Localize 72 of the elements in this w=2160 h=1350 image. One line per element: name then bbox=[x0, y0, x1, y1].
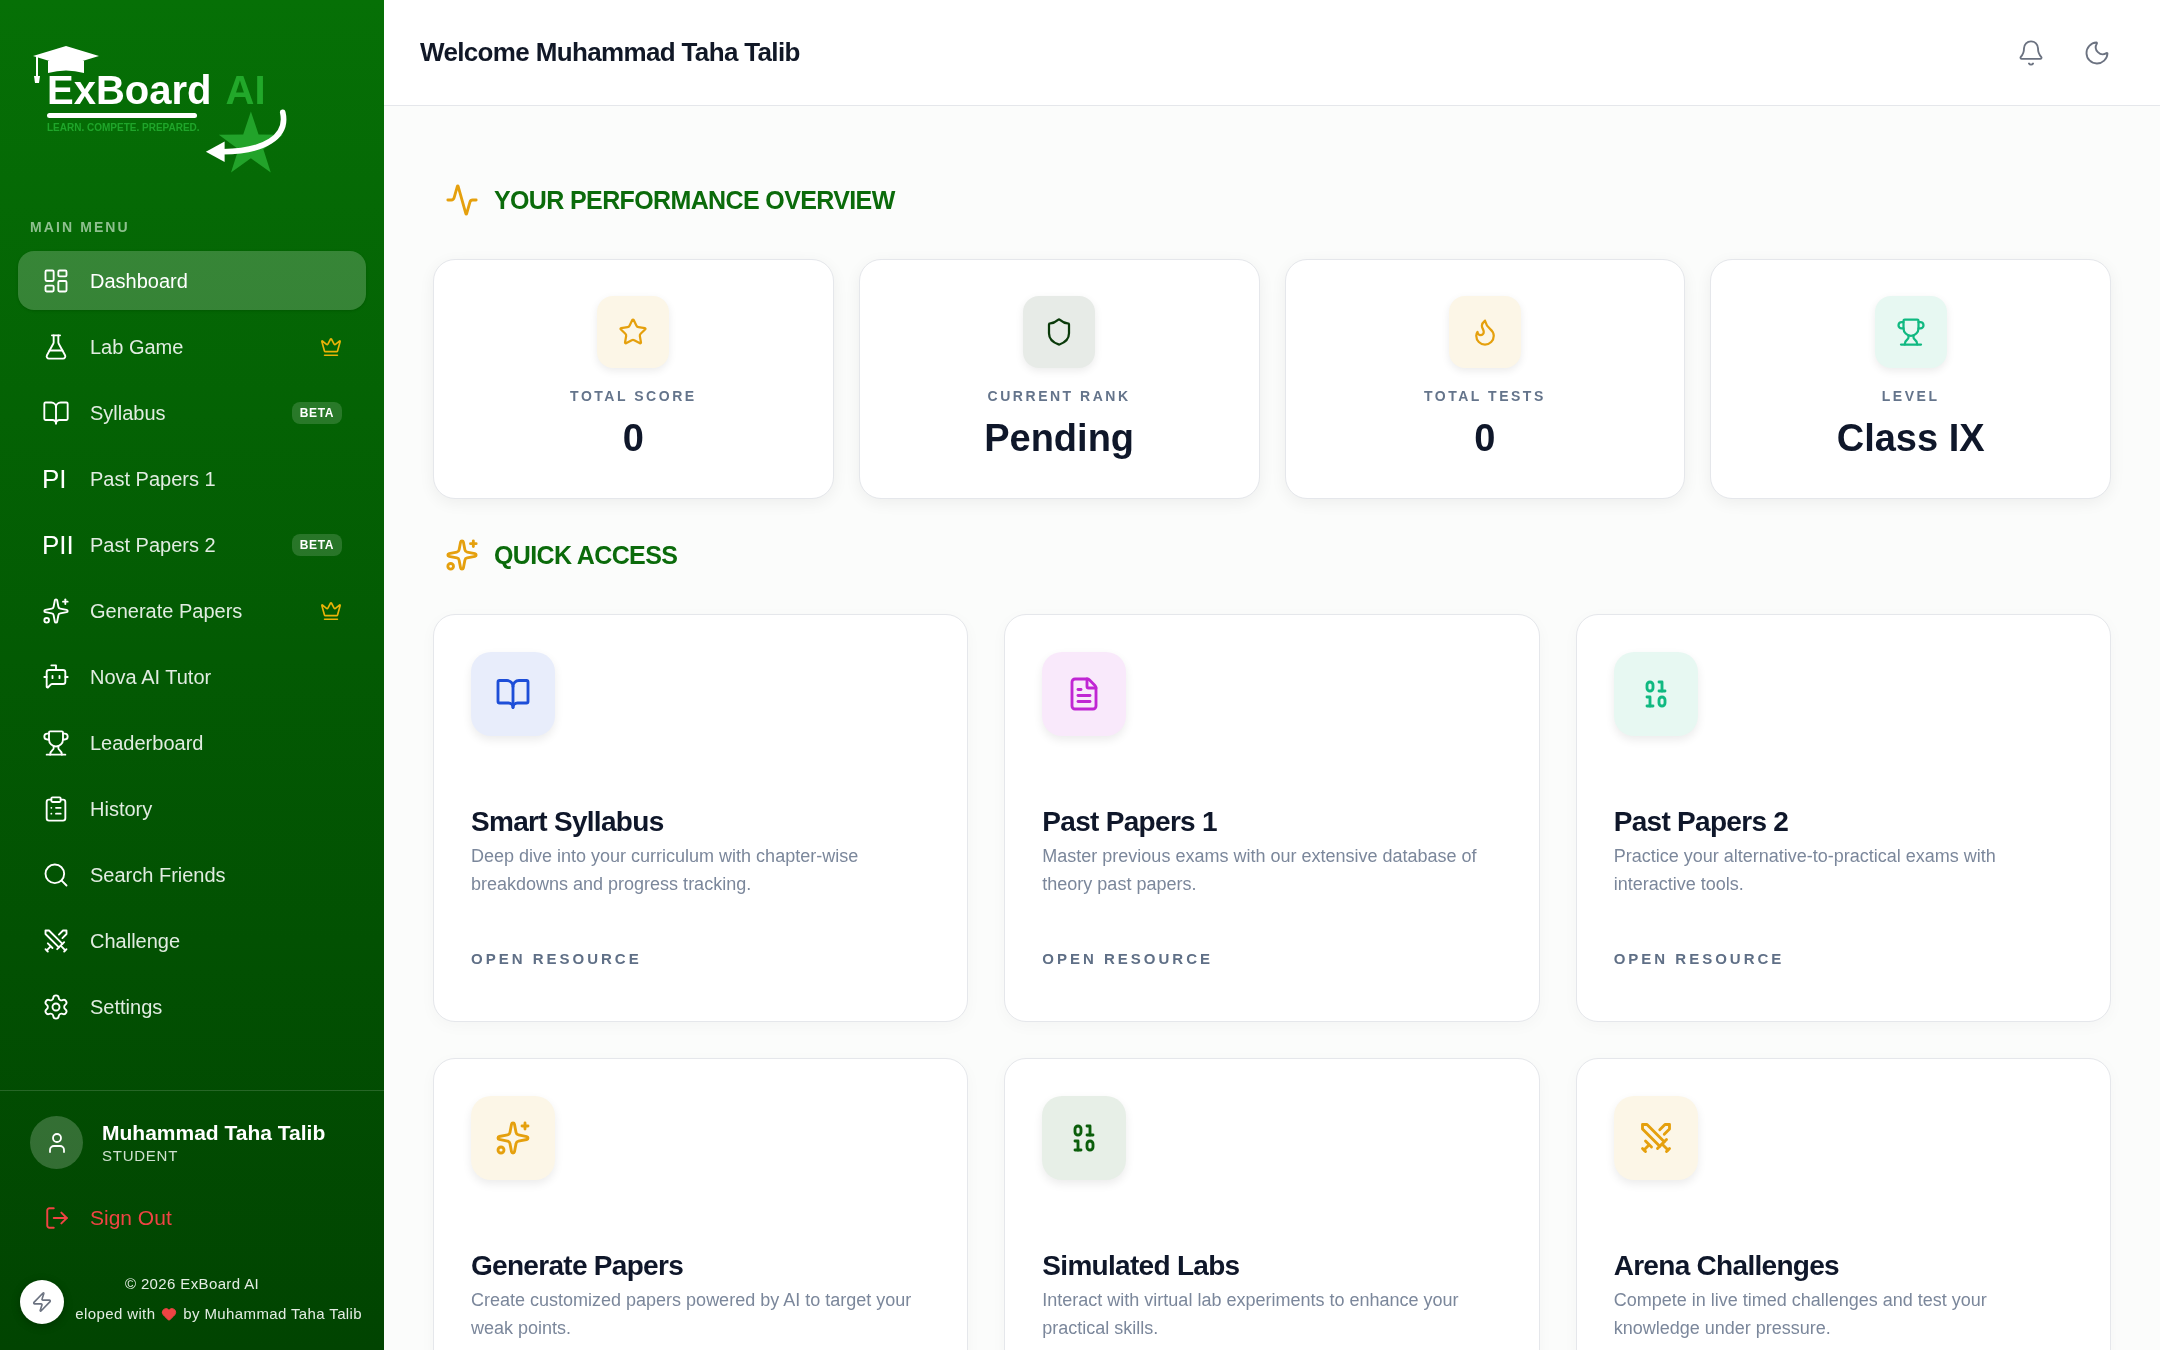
user-role: STUDENT bbox=[102, 1145, 179, 1166]
card-title: Past Papers 2 bbox=[1613, 805, 1790, 839]
card-title: Arena Challenges bbox=[1613, 1249, 1840, 1283]
sidebar-item[interactable]: Syllabus BETA bbox=[18, 383, 366, 442]
sidebar-item[interactable]: Challenge bbox=[18, 911, 366, 970]
document-icon bbox=[1042, 652, 1127, 736]
sidebar-item[interactable]: Nova AI Tutor bbox=[18, 647, 366, 706]
card-title: Smart Syllabus bbox=[471, 805, 665, 839]
card-description: Interact with virtual lab experiments to enhance your practical skills. bbox=[1042, 1289, 1460, 1340]
book-icon bbox=[471, 652, 555, 736]
logout-icon bbox=[44, 1205, 70, 1231]
card-title: Past Papers 1 bbox=[1042, 805, 1218, 839]
stat-label: LEVEL bbox=[1881, 387, 1940, 405]
sidebar-item[interactable]: Settings bbox=[18, 977, 366, 1036]
logo-tagline: LEARN. COMPETE. PREPARED. bbox=[47, 123, 200, 133]
stat-value: 0 bbox=[1474, 416, 1496, 461]
menu-heading: MAIN MENU bbox=[30, 219, 130, 235]
welcome-title: Welcome Muhammad Taha Talib bbox=[420, 36, 800, 69]
card-description: Deep dive into your curriculum with chapter-wise breakdowns and progress tracking. bbox=[471, 845, 860, 896]
user-name: Muhammad Taha Talib bbox=[102, 1119, 326, 1146]
logo-suffix: AI bbox=[225, 70, 266, 110]
trophy-icon bbox=[42, 728, 70, 757]
pulse-icon bbox=[445, 183, 479, 217]
stat-label: TOTAL TESTS bbox=[1423, 387, 1546, 405]
copyright-text: © 2026 ExBoard AI bbox=[124, 1274, 260, 1294]
open-resource-link[interactable]: OPEN RESOURCE bbox=[1613, 949, 1785, 969]
bell-icon bbox=[2017, 38, 2045, 67]
card-title: Simulated Labs bbox=[1042, 1249, 1241, 1283]
card-description: Practice your alternative-to-practical exams with interactive tools. bbox=[1613, 845, 1997, 896]
stat-label: CURRENT RANK bbox=[987, 387, 1131, 405]
flame-icon bbox=[1448, 296, 1521, 368]
credit-text: eloped with bbox=[75, 1304, 156, 1324]
card-description: Compete in live timed challenges and test your knowledge under pressure. bbox=[1613, 1289, 1988, 1340]
section-heading: QUICK ACCESS bbox=[494, 540, 678, 571]
sidebar-item[interactable]: Dashboard bbox=[18, 251, 366, 310]
heart-icon bbox=[161, 1306, 178, 1322]
robot-icon bbox=[42, 662, 70, 691]
lightning-button[interactable] bbox=[20, 1280, 64, 1324]
sidebar-item[interactable]: Lab Game bbox=[18, 317, 366, 376]
glyph-icon: PI bbox=[42, 465, 67, 492]
card-description: Create customized papers powered by AI to target your weak points. bbox=[471, 1289, 913, 1340]
glyph-icon: PII bbox=[42, 531, 74, 558]
sparkles-icon bbox=[445, 538, 479, 572]
logo-name: ExBoard bbox=[47, 70, 212, 110]
sidebar-item[interactable]: Leaderboard bbox=[18, 713, 366, 772]
swords-icon bbox=[1613, 1096, 1698, 1180]
sidebar-item[interactable]: Search Friends bbox=[18, 845, 366, 904]
sidebar-item[interactable]: PII Past Papers 2 BETA bbox=[18, 515, 366, 574]
avatar-icon bbox=[30, 1116, 83, 1169]
binary-digits-icon bbox=[1613, 652, 1698, 736]
shield-icon bbox=[1023, 296, 1096, 368]
section-heading: YOUR PERFORMANCE OVERVIEW bbox=[494, 185, 895, 216]
lightning-icon bbox=[31, 1291, 53, 1313]
stat-value: Pending bbox=[984, 416, 1135, 461]
open-resource-link[interactable]: OPEN RESOURCE bbox=[1042, 949, 1214, 969]
sidebar-item[interactable]: History bbox=[18, 779, 366, 838]
card-title: Generate Papers bbox=[471, 1249, 685, 1283]
card-description: Master previous exams with our extensive database of theory past papers. bbox=[1042, 845, 1478, 896]
beta-badge: BETA bbox=[291, 401, 342, 424]
stat-value: Class IX bbox=[1836, 416, 1985, 461]
settings-icon bbox=[42, 992, 70, 1021]
beta-badge: BETA bbox=[291, 533, 342, 556]
stat-value: 0 bbox=[622, 416, 644, 461]
stat-label: TOTAL SCORE bbox=[570, 387, 697, 405]
sidebar-item[interactable]: PI Past Papers 1 bbox=[18, 449, 366, 508]
sparkles-icon bbox=[471, 1096, 555, 1180]
open-resource-link[interactable]: OPEN RESOURCE bbox=[471, 949, 642, 969]
trophy-icon bbox=[1874, 296, 1947, 368]
sparkles-icon bbox=[42, 596, 70, 625]
credit-text: by Muhammad Taha Talib bbox=[183, 1304, 362, 1324]
sidebar-item[interactable]: Generate Papers bbox=[18, 581, 366, 640]
binary-digits-icon bbox=[1042, 1096, 1127, 1180]
